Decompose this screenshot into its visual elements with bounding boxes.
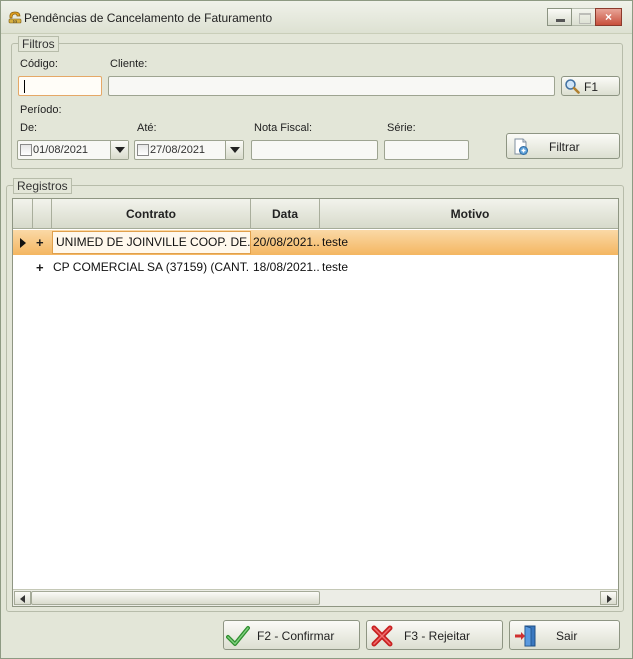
filtrar-button[interactable]: Filtrar [506,133,620,159]
sair-label: Sair [556,629,578,643]
codigo-label: Código: [20,58,58,70]
filter-icon [514,138,528,155]
title-bar[interactable]: $$ Pendências de Cancelamento de Faturam… [1,1,632,34]
filters-legend: Filtros [18,36,59,52]
window: $$ Pendências de Cancelamento de Faturam… [0,0,633,659]
f1-label: F1 [584,80,599,94]
nota-fiscal-label: Nota Fiscal: [254,122,313,134]
maximize-button[interactable] [571,8,596,26]
de-date-picker[interactable]: 01/08/2021 [17,140,129,160]
cell-contrato[interactable]: UNIMED DE JOINVILLE COOP. DE... [52,231,251,254]
confirmar-label: F2 - Confirmar [257,629,335,643]
header-contrato[interactable]: Contrato [52,199,251,229]
table-row[interactable]: + UNIMED DE JOINVILLE COOP. DE... 20/08/… [13,230,618,255]
table-row[interactable]: + CP COMERCIAL SA (37159) (CANT... 18/08… [13,255,618,280]
header-data[interactable]: Data [251,199,320,229]
grid-header: Contrato Data Motivo [13,199,618,229]
de-checkbox[interactable] [20,144,32,156]
cell-data[interactable]: 20/08/2021... [253,230,319,255]
scroll-left-button[interactable] [14,591,31,605]
confirmar-button[interactable]: F2 - Confirmar [223,620,360,650]
close-icon: × [604,10,612,24]
serie-label: Série: [387,122,416,134]
text-caret [24,80,25,93]
window-controls: × [547,8,622,26]
chevron-down-icon[interactable] [110,141,128,159]
cliente-label: Cliente: [110,58,148,70]
ate-checkbox[interactable] [137,144,149,156]
magnifier-icon [565,79,580,94]
scroll-right-button[interactable] [600,591,617,605]
expand-row-icon[interactable]: + [36,230,44,255]
scroll-thumb[interactable] [31,591,320,605]
nota-fiscal-input[interactable] [251,140,378,160]
app-icon: $$ [8,11,22,24]
window-title: Pendências de Cancelamento de Faturament… [24,11,273,25]
cell-motivo[interactable]: teste [322,230,612,255]
cell-data[interactable]: 18/08/2021... [253,255,319,280]
exit-door-icon [515,625,536,647]
filters-group: Filtros Código: Cliente: F1 Período: De:… [11,36,623,169]
x-icon [371,625,393,647]
svg-text:$$: $$ [13,20,17,24]
cliente-input[interactable] [108,76,555,96]
periodo-label: Período: [20,104,62,116]
close-button[interactable]: × [595,8,622,26]
sair-button[interactable]: Sair [509,620,620,650]
header-indicator [13,199,33,229]
header-expand [33,199,52,229]
ate-date-picker[interactable]: 27/08/2021 [134,140,244,160]
records-legend: Registros [13,178,72,194]
ate-label: Até: [137,122,157,134]
check-icon [226,626,250,646]
de-label: De: [20,122,38,134]
cell-motivo[interactable]: teste [322,255,612,280]
records-grid[interactable]: Contrato Data Motivo + UNIMED DE JOINVIL… [12,198,619,607]
header-motivo[interactable]: Motivo [320,199,618,229]
rejeitar-label: F3 - Rejeitar [404,629,471,643]
de-date-value: 01/08/2021 [33,144,89,156]
row-indicator-icon [20,238,26,248]
chevron-down-icon[interactable] [225,141,243,159]
filtrar-label: Filtrar [549,140,580,154]
serie-input[interactable] [384,140,469,160]
horizontal-scrollbar[interactable] [13,589,618,606]
codigo-input[interactable] [18,76,102,96]
expand-row-icon[interactable]: + [36,255,44,280]
rejeitar-button[interactable]: F3 - Rejeitar [366,620,503,650]
f1-search-button[interactable]: F1 [561,76,620,96]
cell-contrato[interactable]: CP COMERCIAL SA (37159) (CANT... [53,255,249,280]
ate-date-value: 27/08/2021 [150,144,206,156]
minimize-button[interactable] [547,8,572,26]
